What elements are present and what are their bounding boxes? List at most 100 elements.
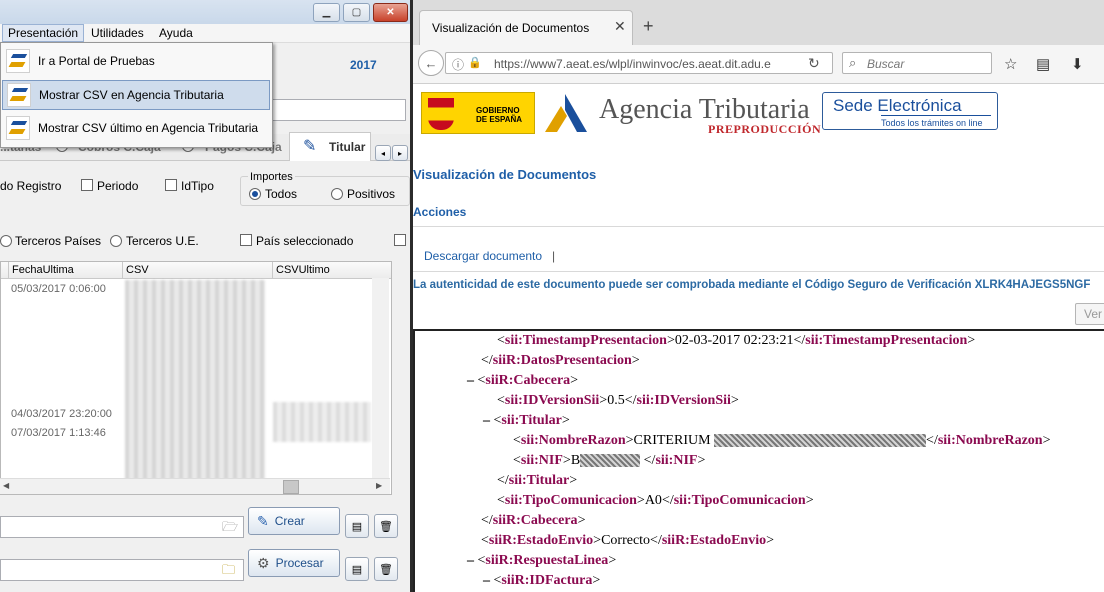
trash-icon[interactable]: 🗑: [374, 514, 398, 538]
procesar-path-input[interactable]: [0, 559, 244, 581]
idtipo-checkbox[interactable]: [165, 179, 177, 194]
download-icon[interactable]: ⬇: [1071, 55, 1084, 73]
new-tab-icon[interactable]: +: [643, 16, 654, 37]
reload-icon[interactable]: ↻: [808, 55, 820, 72]
xml-line-nif: <sii:NIF>B </sii:NIF>: [513, 453, 706, 468]
filter-registro-label: do Registro: [0, 179, 62, 193]
menu-presentacion[interactable]: Presentación: [2, 24, 85, 42]
xml-line-titular[interactable]: – <sii:Titular>: [483, 413, 570, 429]
crear-path-input[interactable]: [0, 516, 244, 538]
xml-line-idfactura[interactable]: – <siiR:IDFactura>: [483, 573, 600, 589]
redacted-block: [580, 454, 641, 468]
tab-close-icon[interactable]: ✕: [614, 18, 626, 35]
todos-label: Todos: [265, 187, 298, 201]
positivos-radio[interactable]: [331, 188, 343, 203]
grid-header-csv[interactable]: CSV: [123, 262, 273, 279]
grid-header-fechaultima[interactable]: FechaUltima: [9, 262, 123, 279]
sede-subtitle: Todos los trámites on line: [881, 118, 983, 128]
document-icon[interactable]: ▤: [345, 514, 369, 538]
tab-scroll-left-icon[interactable]: ◂: [375, 145, 391, 161]
todos-radio[interactable]: [249, 188, 261, 203]
estado-value: Correcto: [601, 533, 651, 548]
menu-ayuda[interactable]: Ayuda: [154, 24, 198, 42]
grid-header-csvultimo[interactable]: CSVUltimo: [273, 262, 391, 279]
xml-line-close-datos: </siiR:DatosPresentacion>: [481, 353, 640, 368]
titular-icon: ✎: [303, 138, 317, 155]
grid-cell-date[interactable]: 07/03/2017 1:13:46: [11, 427, 106, 439]
menu-utilidades[interactable]: Utilidades: [86, 24, 149, 42]
presentacion-dropdown-menu: Ir a Portal de Pruebas Mostrar CSV en Ag…: [0, 42, 273, 148]
app-titlebar: ▁ ▢ ✕: [0, 0, 410, 24]
tab-title: Visualización de Documentos: [432, 21, 590, 35]
search-placeholder: Buscar: [867, 57, 905, 71]
bookmark-star-icon[interactable]: ☆: [1004, 55, 1017, 73]
terceros-paises-radio[interactable]: [0, 235, 12, 250]
folder-icon[interactable]: 🗀: [222, 561, 235, 583]
reading-list-icon[interactable]: ▤: [1036, 55, 1050, 73]
scroll-left-icon[interactable]: ◀: [3, 481, 9, 490]
tab-titular[interactable]: Titular: [329, 140, 365, 154]
grid-horizontal-scrollbar[interactable]: ◀ ▶: [0, 478, 390, 494]
grid-vertical-scrollbar[interactable]: [372, 278, 389, 478]
xml-line-cabecera[interactable]: – <siiR:Cabecera>: [467, 373, 578, 389]
divider: [413, 226, 1104, 227]
url-text[interactable]: https://www7.aeat.es/wlpl/inwinvoc/es.ae…: [494, 57, 771, 71]
periodo-label: Periodo: [97, 179, 139, 193]
browser-window: Visualización de Documentos ✕ + ← ⓘ 🔒 ht…: [413, 0, 1104, 592]
browser-tab[interactable]: Visualización de Documentos ✕: [419, 10, 633, 45]
gobierno-espana-logo: GOBIERNO DE ESPAÑA: [421, 92, 535, 134]
scroll-thumb[interactable]: [283, 480, 299, 494]
xml-line-respuesta[interactable]: – <siiR:RespuestaLinea>: [467, 553, 616, 569]
app-menubar: Presentación Utilidades Ayuda: [0, 24, 410, 43]
aeat-logo-icon: [7, 83, 31, 107]
browser-navbar: ← ⓘ 🔒 https://www7.aeat.es/wlpl/inwinvoc…: [413, 45, 1104, 84]
xml-line-close-cabecera: </siiR:Cabecera>: [481, 513, 586, 528]
ver-button[interactable]: Ver: [1075, 303, 1104, 325]
xml-line-close-titular: </sii:Titular>: [497, 473, 578, 488]
scroll-right-icon[interactable]: ▶: [376, 481, 382, 490]
close-icon[interactable]: ✕: [373, 3, 408, 22]
csv-notice: La autenticidad de este documento puede …: [413, 279, 1091, 291]
menu-item-mostrar-csv-ultimo[interactable]: Mostrar CSV último en Agencia Tributaria: [2, 113, 270, 143]
procesar-button[interactable]: ⚙ Procesar: [248, 549, 340, 577]
redacted-block: [714, 434, 927, 448]
xml-line-estado: <siiR:EstadoEnvio>Correcto</siiR:EstadoE…: [481, 533, 774, 548]
divider: [413, 271, 1104, 272]
url-bar[interactable]: ⓘ 🔒 https://www7.aeat.es/wlpl/inwinvoc/e…: [445, 52, 833, 74]
importes-group-label: Importes: [248, 171, 295, 183]
aeat-logo-icon: [6, 116, 30, 140]
lock-icon[interactable]: 🔒: [468, 56, 482, 69]
pencil-icon: ✎: [257, 512, 269, 529]
top-input-field[interactable]: [270, 99, 406, 121]
sede-electronica-logo[interactable]: Sede Electrónica Todos los trámites on l…: [822, 92, 998, 130]
back-arrow-icon[interactable]: ←: [418, 50, 444, 76]
grid-cell-date[interactable]: 05/03/2017 0:06:00: [11, 283, 106, 295]
crear-button[interactable]: ✎ Crear: [248, 507, 340, 535]
pais-seleccionado-checkbox[interactable]: [240, 234, 252, 249]
search-input[interactable]: ⌕ Buscar: [842, 52, 992, 74]
menu-item-mostrar-csv[interactable]: Mostrar CSV en Agencia Tributaria: [2, 80, 270, 110]
document-icon[interactable]: ▤: [345, 557, 369, 581]
info-icon[interactable]: ⓘ: [452, 56, 464, 73]
sede-underline: [881, 115, 991, 116]
descargar-documento-link[interactable]: Descargar documento: [424, 249, 542, 263]
grid-csv-redacted: [125, 280, 265, 480]
terceros-ue-radio[interactable]: [110, 235, 122, 250]
terceros-ue-label: Terceros U.E.: [126, 234, 199, 248]
folder-open-icon[interactable]: 🗁: [222, 518, 238, 540]
maximize-icon[interactable]: ▢: [343, 3, 370, 22]
nif-value: B: [570, 453, 581, 468]
minimize-icon[interactable]: ▁: [313, 3, 340, 22]
positivos-label: Positivos: [347, 187, 396, 201]
menu-item-portal-pruebas[interactable]: Ir a Portal de Pruebas: [2, 46, 270, 76]
periodo-checkbox[interactable]: [81, 179, 93, 194]
pais-seleccionado-label: País seleccionado: [256, 234, 354, 248]
data-grid: FechaUltima CSV CSVUltimo 05/03/2017 0:0…: [0, 261, 392, 495]
tab-scroll-right-icon[interactable]: ▸: [392, 145, 408, 161]
extra-checkbox[interactable]: [394, 234, 406, 249]
nombre-value: CRITERIUM: [633, 433, 715, 448]
xml-viewer: <sii:TimestampPresentacion>02-03-2017 02…: [413, 329, 1104, 592]
xml-line-nombre: <sii:NombreRazon>CRITERIUM </sii:NombreR…: [513, 433, 1051, 448]
grid-cell-date[interactable]: 04/03/2017 23:20:00: [11, 408, 112, 420]
trash-icon[interactable]: 🗑: [374, 557, 398, 581]
